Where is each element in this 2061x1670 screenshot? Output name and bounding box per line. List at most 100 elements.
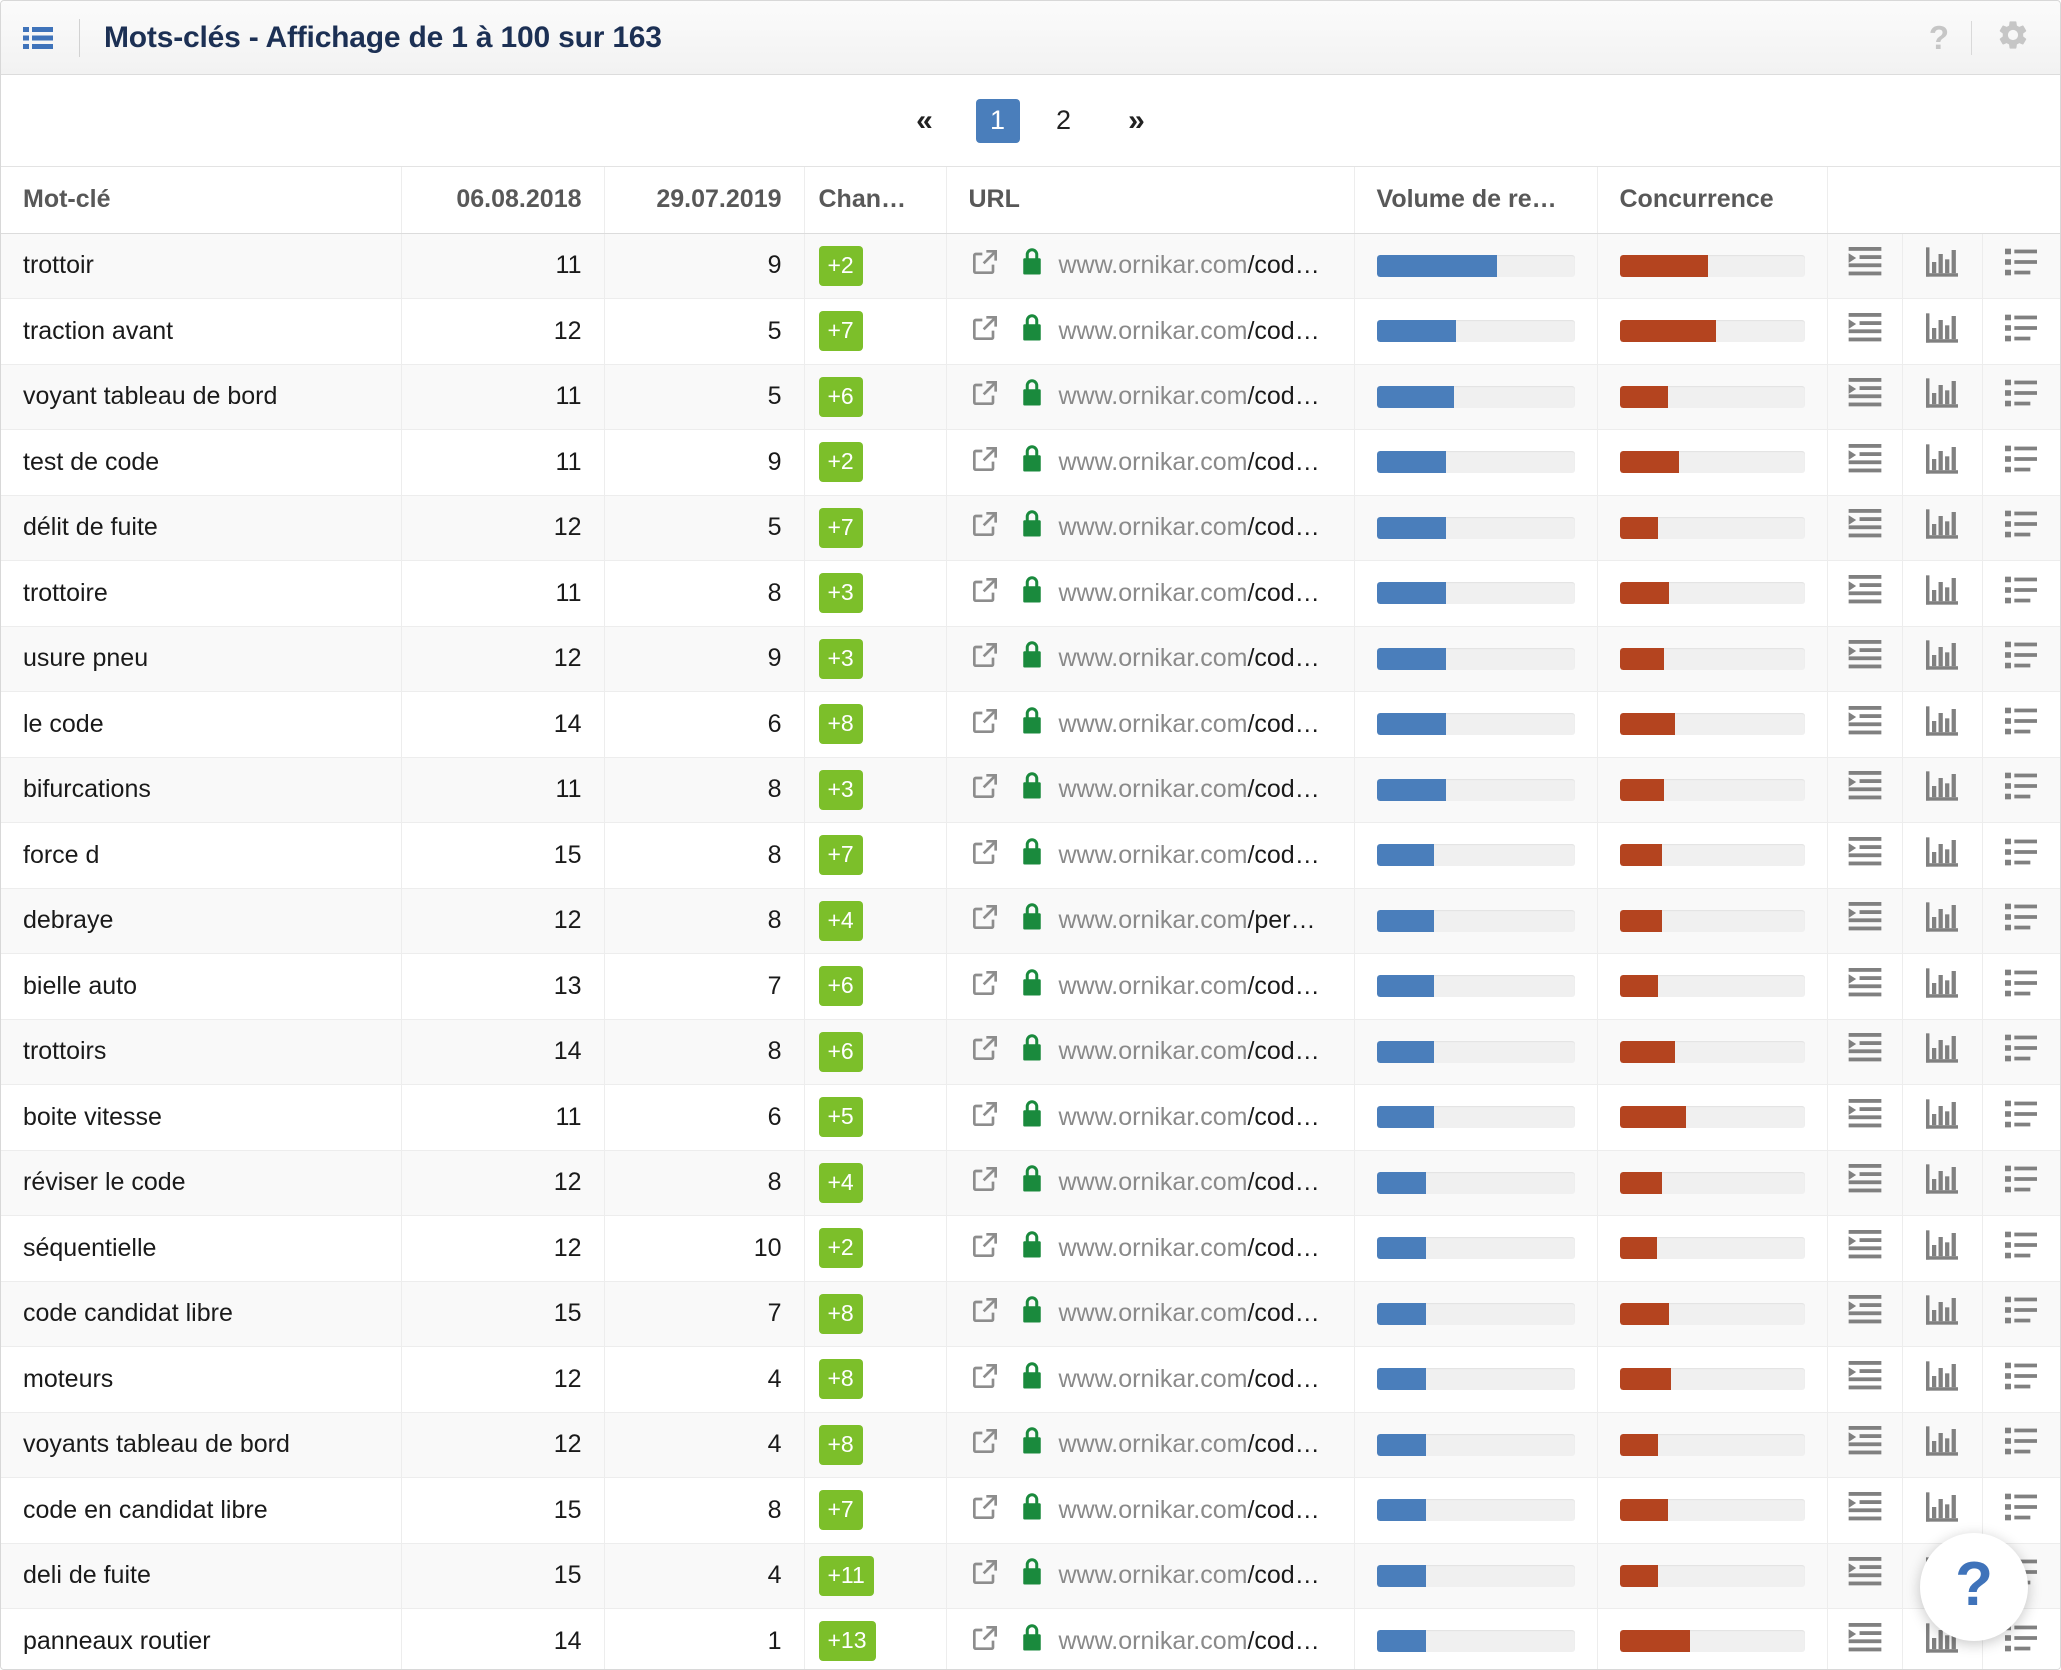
bar-chart-icon[interactable] [1926,1492,1958,1529]
table-row[interactable]: délit de fuite 12 5 +7 www.ornikar.com/cod… [1,495,2060,561]
external-link-icon[interactable] [969,1622,1001,1661]
cell-action-indent[interactable] [1827,560,1903,627]
cell-keyword[interactable]: réviser le code [1,1150,402,1216]
indent-list-icon[interactable] [1848,1033,1882,1070]
cell-keyword[interactable]: trottoirs [1,1019,402,1085]
cell-action-list[interactable] [1982,1346,2060,1413]
table-row[interactable]: panneaux routier 14 1 +13 www.ornikar.com/co… [1,1608,2060,1669]
cell-action-list[interactable] [1982,1215,2060,1282]
cell-action-indent[interactable] [1827,1346,1903,1413]
cell-action-list[interactable] [1982,1019,2060,1085]
indent-list-icon[interactable] [1848,836,1882,874]
indent-list-icon[interactable] [1848,1098,1882,1136]
cell-url[interactable]: www.ornikar.com/cod… [946,1543,1355,1609]
cell-url[interactable]: www.ornikar.com/cod… [946,298,1355,365]
cell-keyword[interactable]: force d [1,822,402,889]
bar-chart-icon[interactable] [1926,771,1958,808]
cell-action-list[interactable] [1982,1281,2060,1347]
cell-action-indent[interactable] [1827,1215,1903,1282]
cell-action-indent[interactable] [1827,429,1903,496]
table-row[interactable]: voyants tableau de bord 12 4 +8 www.ornikar.… [1,1412,2060,1478]
cell-action-chart[interactable] [1902,626,1983,692]
column-header-url[interactable]: URL [946,167,1355,234]
table-row[interactable]: usure pneu 12 9 +3 www.ornikar.com/cod… [1,626,2060,692]
cell-action-list[interactable] [1982,1084,2060,1151]
bar-chart-icon[interactable] [1926,837,1958,874]
cell-keyword[interactable]: voyants tableau de bord [1,1412,402,1478]
cell-url[interactable]: www.ornikar.com/cod… [946,1019,1355,1085]
pagination-page-2[interactable]: 2 [1042,99,1086,143]
table-row[interactable]: séquentielle 12 10 +2 www.ornikar.com/cod… [1,1215,2060,1282]
cell-action-indent[interactable] [1827,822,1903,889]
cell-keyword[interactable]: usure pneu [1,626,402,692]
cell-action-indent[interactable] [1827,1543,1903,1609]
external-link-icon[interactable] [969,901,1001,940]
cell-action-indent[interactable] [1827,1412,1903,1478]
bar-chart-icon[interactable] [1926,1033,1958,1070]
cell-keyword[interactable]: deli de fuite [1,1543,402,1609]
table-row[interactable]: trottoire 11 8 +3 www.ornikar.com/cod… [1,560,2060,627]
pagination-page-1[interactable]: 1 [975,98,1020,143]
help-icon[interactable]: ? [1907,21,1971,54]
cell-keyword[interactable]: debraye [1,888,402,954]
cell-action-indent[interactable] [1827,233,1903,299]
cell-action-indent[interactable] [1827,364,1903,430]
external-link-icon[interactable] [969,246,1001,285]
cell-action-chart[interactable] [1902,1215,1983,1282]
list-icon[interactable] [2005,1100,2037,1135]
list-icon[interactable] [2005,1624,2037,1659]
table-row[interactable]: moteurs 12 4 +8 www.ornikar.com/cod… [1,1346,2060,1413]
external-link-icon[interactable] [969,312,1001,351]
external-link-icon[interactable] [969,967,1001,1006]
indent-list-icon[interactable] [1848,1229,1882,1267]
cell-url[interactable]: www.ornikar.com/cod… [946,364,1355,430]
cell-url[interactable]: www.ornikar.com/cod… [946,1150,1355,1216]
indent-list-icon[interactable] [1848,312,1882,350]
table-row[interactable]: boite vitesse 11 6 +5 www.ornikar.com/cod… [1,1084,2060,1151]
cell-action-list[interactable] [1982,495,2060,561]
cell-url[interactable]: www.ornikar.com/cod… [946,1084,1355,1151]
table-row[interactable]: force d 15 8 +7 www.ornikar.com/cod… [1,822,2060,889]
cell-action-indent[interactable] [1827,757,1903,823]
cell-action-chart[interactable] [1902,1346,1983,1413]
indent-list-icon[interactable] [1848,1360,1882,1398]
list-icon[interactable] [2005,641,2037,676]
bar-chart-icon[interactable] [1926,1164,1958,1201]
list-icon[interactable] [2005,1427,2037,1462]
indent-list-icon[interactable] [1848,1164,1882,1201]
external-link-icon[interactable] [969,836,1001,875]
cell-action-list[interactable] [1982,233,2060,299]
cell-keyword[interactable]: code en candidat libre [1,1477,402,1544]
cell-action-list[interactable] [1982,626,2060,692]
pagination-last-button[interactable]: » [1115,99,1159,143]
indent-list-icon[interactable] [1848,967,1882,1005]
cell-action-indent[interactable] [1827,1281,1903,1347]
cell-action-list[interactable] [1982,691,2060,758]
gear-icon[interactable] [1996,18,2030,57]
cell-keyword[interactable]: séquentielle [1,1215,402,1282]
column-header-date-1[interactable]: 06.08.2018 [401,167,605,234]
list-icon[interactable] [2005,1231,2037,1266]
cell-action-indent[interactable] [1827,1608,1903,1669]
cell-action-chart[interactable] [1902,1084,1983,1151]
cell-action-chart[interactable] [1902,495,1983,561]
external-link-icon[interactable] [969,1229,1001,1268]
table-row[interactable]: debraye 12 8 +4 www.ornikar.com/per… [1,888,2060,954]
list-icon[interactable] [2005,576,2037,611]
external-link-icon[interactable] [969,508,1001,547]
table-row[interactable]: voyant tableau de bord 11 5 +6 www.ornikar.c… [1,364,2060,430]
bar-chart-icon[interactable] [1926,706,1958,743]
bar-chart-icon[interactable] [1926,1099,1958,1136]
cell-keyword[interactable]: traction avant [1,298,402,365]
list-icon[interactable] [2005,969,2037,1004]
external-link-icon[interactable] [969,1491,1001,1530]
cell-action-chart[interactable] [1902,1150,1983,1216]
table-row[interactable]: bifurcations 11 8 +3 www.ornikar.com/cod… [1,757,2060,823]
external-link-icon[interactable] [969,1294,1001,1333]
table-row[interactable]: deli de fuite 15 4 +11 www.ornikar.com/cod… [1,1543,2060,1609]
cell-action-list[interactable] [1982,1477,2060,1544]
external-link-icon[interactable] [969,377,1001,416]
cell-action-chart[interactable] [1902,233,1983,299]
cell-url[interactable]: www.ornikar.com/cod… [946,1346,1355,1413]
cell-url[interactable]: www.ornikar.com/cod… [946,626,1355,692]
